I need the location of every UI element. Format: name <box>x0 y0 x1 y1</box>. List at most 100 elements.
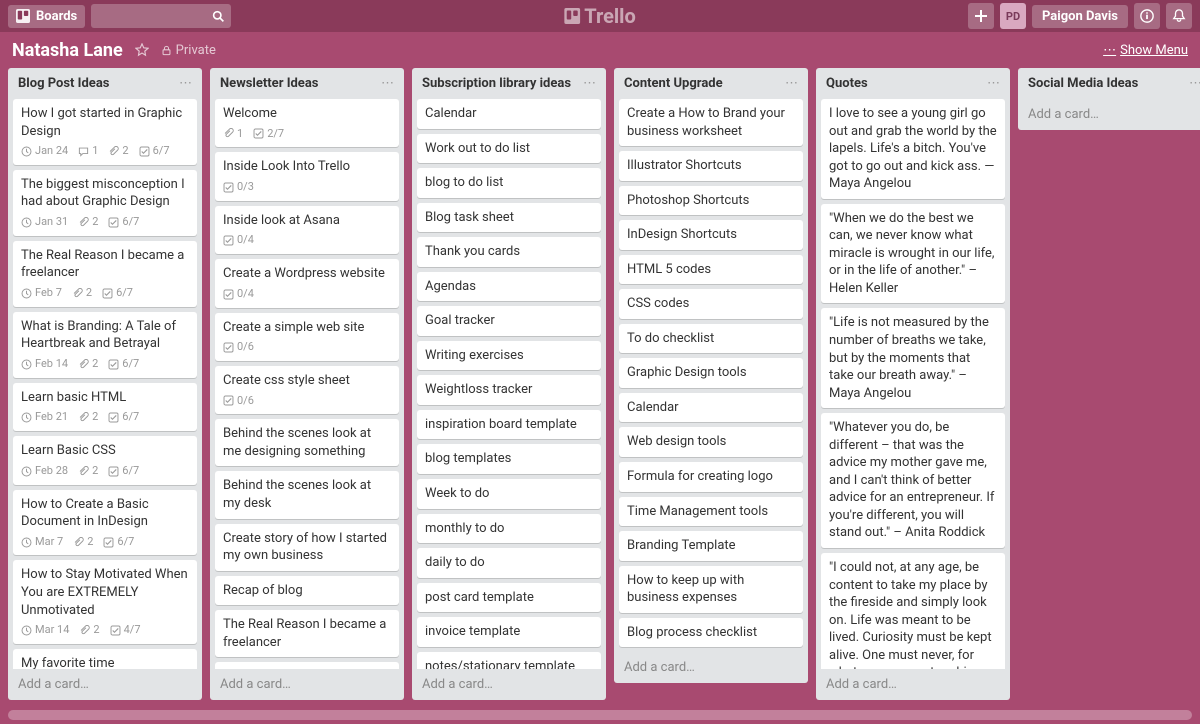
card[interactable]: My favorite time management toolsMar 212… <box>13 649 197 669</box>
card-title: Writing exercises <box>425 347 593 365</box>
card[interactable]: Web design tools <box>619 427 803 457</box>
card[interactable]: How I got started in Graphic DesignJan 2… <box>13 99 197 165</box>
card-title: daily to do <box>425 554 593 572</box>
card[interactable]: The Real Reason I became a freelancerFeb… <box>13 241 197 307</box>
card[interactable]: Photoshop Shortcuts <box>619 186 803 216</box>
card[interactable]: Agendas <box>417 272 601 302</box>
card[interactable]: Illustrator Shortcuts <box>619 151 803 181</box>
card[interactable]: Blog task sheet <box>417 203 601 233</box>
card[interactable]: Week to do <box>417 479 601 509</box>
card[interactable]: The Real Reason I became a freelancer <box>215 610 399 657</box>
card[interactable]: To do checklist <box>619 324 803 354</box>
list-menu-button[interactable]: ⋯ <box>785 76 798 91</box>
card[interactable]: Blog process checklist <box>619 618 803 648</box>
card[interactable]: CSS codes <box>619 289 803 319</box>
card[interactable]: Graphic Design tools <box>619 358 803 388</box>
card[interactable]: Formula for creating logo <box>619 462 803 492</box>
horizontal-scrollbar[interactable] <box>8 710 1192 720</box>
card[interactable]: The biggest misconception I had about Gr… <box>13 170 197 236</box>
add-card-button[interactable]: Add a card… <box>8 669 202 700</box>
star-button[interactable] <box>135 43 149 57</box>
card[interactable]: How to keep up with business expenses <box>619 566 803 613</box>
card[interactable]: Create css style sheet0/6 <box>215 366 399 414</box>
card[interactable]: notes/stationary template <box>417 652 601 669</box>
show-menu-button[interactable]: ⋯ Show Menu <box>1103 43 1188 58</box>
card[interactable]: Calendar <box>619 393 803 423</box>
board-canvas[interactable]: Blog Post Ideas ⋯ How I got started in Gra… <box>0 68 1200 708</box>
search-input[interactable] <box>91 4 231 28</box>
list-title[interactable]: Content Upgrade <box>624 76 723 91</box>
card[interactable]: How to Stay Motivated When You are EXTRE… <box>13 560 197 643</box>
card[interactable]: Inside look at Asana0/4 <box>215 206 399 254</box>
card[interactable]: blog templates <box>417 444 601 474</box>
board-name[interactable]: Natasha Lane <box>12 40 123 61</box>
list-title[interactable]: Newsletter Ideas <box>220 76 318 91</box>
card[interactable]: Goal tracker <box>417 306 601 336</box>
card[interactable]: "When we do the best we can, we never kn… <box>821 204 1005 304</box>
card[interactable]: Create a Wordpress website0/4 <box>215 259 399 307</box>
list-title[interactable]: Blog Post Ideas <box>18 76 109 91</box>
card[interactable]: What is Branding: A Tale of Heartbreak a… <box>13 312 197 378</box>
card[interactable]: Create a simple web site0/6 <box>215 313 399 361</box>
card[interactable]: Create story of how I started my own bus… <box>215 524 399 571</box>
list-menu-button[interactable]: ⋯ <box>381 76 394 91</box>
card[interactable]: Create a How to Brand your business work… <box>619 99 803 146</box>
card[interactable]: "Whatever you do, be different – that wa… <box>821 413 1005 548</box>
add-card-button[interactable]: Add a card… <box>412 669 606 700</box>
card[interactable]: I love to see a young girl go out and gr… <box>821 99 1005 199</box>
list-menu-button[interactable]: ⋯ <box>179 76 192 91</box>
card[interactable]: Welcome12/7 <box>215 99 399 147</box>
badge-attach: 1 <box>223 127 243 142</box>
card[interactable]: Time Management tools <box>619 497 803 527</box>
trello-logo[interactable]: Trello <box>564 4 636 28</box>
list: Blog Post Ideas ⋯ How I got started in Gra… <box>8 68 202 700</box>
card[interactable]: "Life is not measured by the number of b… <box>821 308 1005 408</box>
privacy-button[interactable]: Private <box>161 43 216 58</box>
card[interactable]: Weightloss tracker <box>417 375 601 405</box>
card[interactable]: blog to do list <box>417 168 601 198</box>
create-button[interactable] <box>968 3 994 29</box>
boards-button[interactable]: Boards <box>8 5 85 28</box>
badge-attach: 2 <box>79 623 99 638</box>
list-title[interactable]: Social Media Ideas <box>1028 76 1138 91</box>
add-card-composer[interactable]: Add a card… <box>1018 99 1200 130</box>
add-card-button[interactable]: Add a card… <box>210 669 404 700</box>
card[interactable]: Branding Template <box>619 531 803 561</box>
list-menu-button[interactable]: ⋯ <box>1189 76 1200 91</box>
header-left: Boards <box>8 4 231 28</box>
add-card-button[interactable]: Add a card… <box>816 669 1010 700</box>
card[interactable]: How to Create a Basic Document in InDesi… <box>13 490 197 556</box>
card[interactable]: Learn basic HTMLFeb 2126/7 <box>13 383 197 431</box>
card[interactable]: Writing exercises <box>417 341 601 371</box>
card[interactable]: invoice template <box>417 617 601 647</box>
card[interactable]: HTML 5 codes <box>619 255 803 285</box>
list-title[interactable]: Quotes <box>826 76 868 91</box>
badge-check: 6/7 <box>108 357 139 372</box>
add-card-button[interactable]: Add a card… <box>614 652 808 683</box>
card[interactable]: post card template <box>417 583 601 613</box>
card[interactable]: Learn Basic CSSFeb 2826/7 <box>13 436 197 484</box>
card-title: Welcome <box>223 105 391 123</box>
list-title[interactable]: Subscription library ideas <box>422 76 571 91</box>
card[interactable]: "I could not, at any age, be content to … <box>821 553 1005 669</box>
card[interactable]: Calendar <box>417 99 601 129</box>
card[interactable]: inspiration board template <box>417 410 601 440</box>
card[interactable]: Thank you cards <box>417 237 601 267</box>
card[interactable]: Behind the scenes look at my desk <box>215 471 399 518</box>
card[interactable]: monthly to do <box>417 514 601 544</box>
card[interactable]: Work out to do list <box>417 134 601 164</box>
card-title: Create a Wordpress website <box>223 265 391 283</box>
card[interactable]: InDesign Shortcuts <box>619 220 803 250</box>
card[interactable]: daily to do <box>417 548 601 578</box>
info-button[interactable] <box>1134 3 1160 29</box>
list-menu-button[interactable]: ⋯ <box>583 76 596 91</box>
card[interactable]: Behind the scenes look at me designing s… <box>215 419 399 466</box>
notifications-button[interactable] <box>1166 3 1192 29</box>
card[interactable]: Recap of blog <box>215 576 399 606</box>
user-menu-button[interactable]: Paigon Davis <box>1032 5 1128 28</box>
card[interactable]: Inside Look Into Trello0/3 <box>215 152 399 200</box>
list-menu-button[interactable]: ⋯ <box>987 76 1000 91</box>
card-title: Blog task sheet <box>425 209 593 227</box>
card[interactable]: Freelancing steps <box>215 662 399 669</box>
user-avatar[interactable]: PD <box>1000 3 1026 29</box>
